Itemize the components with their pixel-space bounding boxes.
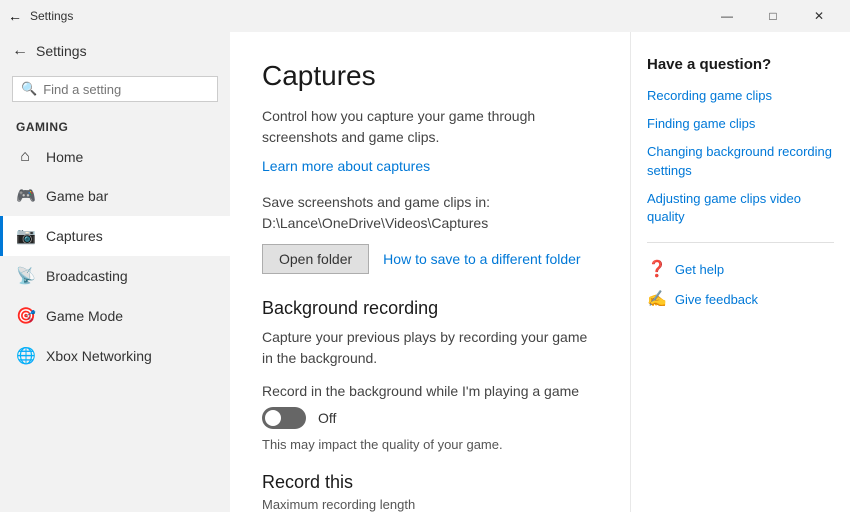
titlebar-left: ← Settings: [8, 8, 73, 24]
max-recording-label: Maximum recording length: [262, 497, 598, 512]
sidebar-item-home[interactable]: ⌂ Home: [0, 138, 230, 176]
maximize-button[interactable]: □: [750, 0, 796, 32]
how-to-save-link[interactable]: How to save to a different folder: [383, 251, 580, 267]
open-folder-button[interactable]: Open folder: [262, 244, 369, 274]
page-title: Captures: [262, 60, 598, 92]
right-link-recording-clips[interactable]: Recording game clips: [647, 87, 834, 105]
sidebar-item-label: Home: [46, 149, 83, 165]
xbox-networking-icon: 🌐: [16, 346, 34, 366]
sidebar-category: Gaming: [0, 112, 230, 138]
background-toggle-row: Off: [262, 407, 598, 429]
right-panel-divider: [647, 242, 834, 243]
right-link-adjusting-quality[interactable]: Adjusting game clips video quality: [647, 190, 834, 226]
right-panel-title: Have a question?: [647, 56, 834, 73]
toggle-note: This may impact the quality of your game…: [262, 437, 598, 452]
game-bar-icon: 🎮: [16, 186, 34, 206]
minimize-button[interactable]: —: [704, 0, 750, 32]
sidebar-back-label: Settings: [36, 43, 87, 59]
get-help-label: Get help: [675, 262, 724, 277]
titlebar-controls: — □ ✕: [704, 0, 842, 32]
right-panel: Have a question? Recording game clips Fi…: [630, 32, 850, 512]
sidebar-item-label: Game Mode: [46, 308, 123, 324]
sidebar-item-label: Xbox Networking: [46, 348, 152, 364]
main-content: Captures Control how you capture your ga…: [230, 32, 630, 512]
search-box: 🔍: [12, 76, 218, 102]
back-icon: ←: [8, 8, 22, 24]
folder-row: Open folder How to save to a different f…: [262, 244, 598, 274]
titlebar-title: Settings: [30, 9, 73, 23]
learn-more-link[interactable]: Learn more about captures: [262, 158, 430, 174]
right-link-changing-background[interactable]: Changing background recording settings: [647, 143, 834, 179]
sidebar-item-label: Broadcasting: [46, 268, 128, 284]
sidebar: ← Settings 🔍 Gaming ⌂ Home 🎮 Game bar 📷 …: [0, 32, 230, 512]
give-feedback-label: Give feedback: [675, 292, 758, 307]
close-button[interactable]: ✕: [796, 0, 842, 32]
sidebar-item-game-mode[interactable]: 🎯 Game Mode: [0, 296, 230, 336]
toggle-state-label: Off: [318, 410, 336, 426]
sidebar-item-xbox-networking[interactable]: 🌐 Xbox Networking: [0, 336, 230, 376]
sidebar-item-label: Captures: [46, 228, 103, 244]
titlebar: ← Settings — □ ✕: [0, 0, 850, 32]
game-mode-icon: 🎯: [16, 306, 34, 326]
captures-icon: 📷: [16, 226, 34, 246]
sidebar-item-captures[interactable]: 📷 Captures: [0, 216, 230, 256]
background-toggle[interactable]: [262, 407, 306, 429]
back-arrow-icon: ←: [12, 42, 28, 60]
sidebar-back-button[interactable]: ← Settings: [0, 32, 230, 70]
page-description: Control how you capture your game throug…: [262, 106, 598, 148]
toggle-knob: [265, 410, 281, 426]
sidebar-item-game-bar[interactable]: 🎮 Game bar: [0, 176, 230, 216]
app-container: ← Settings 🔍 Gaming ⌂ Home 🎮 Game bar 📷 …: [0, 32, 850, 512]
give-feedback-icon: ✍: [647, 289, 667, 309]
home-icon: ⌂: [16, 148, 34, 166]
sidebar-item-broadcasting[interactable]: 📡 Broadcasting: [0, 256, 230, 296]
get-help-icon: ❓: [647, 259, 667, 279]
sidebar-item-label: Game bar: [46, 188, 108, 204]
broadcasting-icon: 📡: [16, 266, 34, 286]
give-feedback-action[interactable]: ✍ Give feedback: [647, 289, 834, 309]
record-this-title: Record this: [262, 472, 598, 493]
get-help-action[interactable]: ❓ Get help: [647, 259, 834, 279]
search-input[interactable]: [43, 82, 209, 97]
background-recording-title: Background recording: [262, 298, 598, 319]
toggle-description: Record in the background while I'm playi…: [262, 383, 598, 399]
save-path-label: Save screenshots and game clips in: D:\L…: [262, 192, 598, 234]
right-link-finding-clips[interactable]: Finding game clips: [647, 115, 834, 133]
search-icon: 🔍: [21, 81, 37, 97]
background-recording-desc: Capture your previous plays by recording…: [262, 327, 598, 369]
